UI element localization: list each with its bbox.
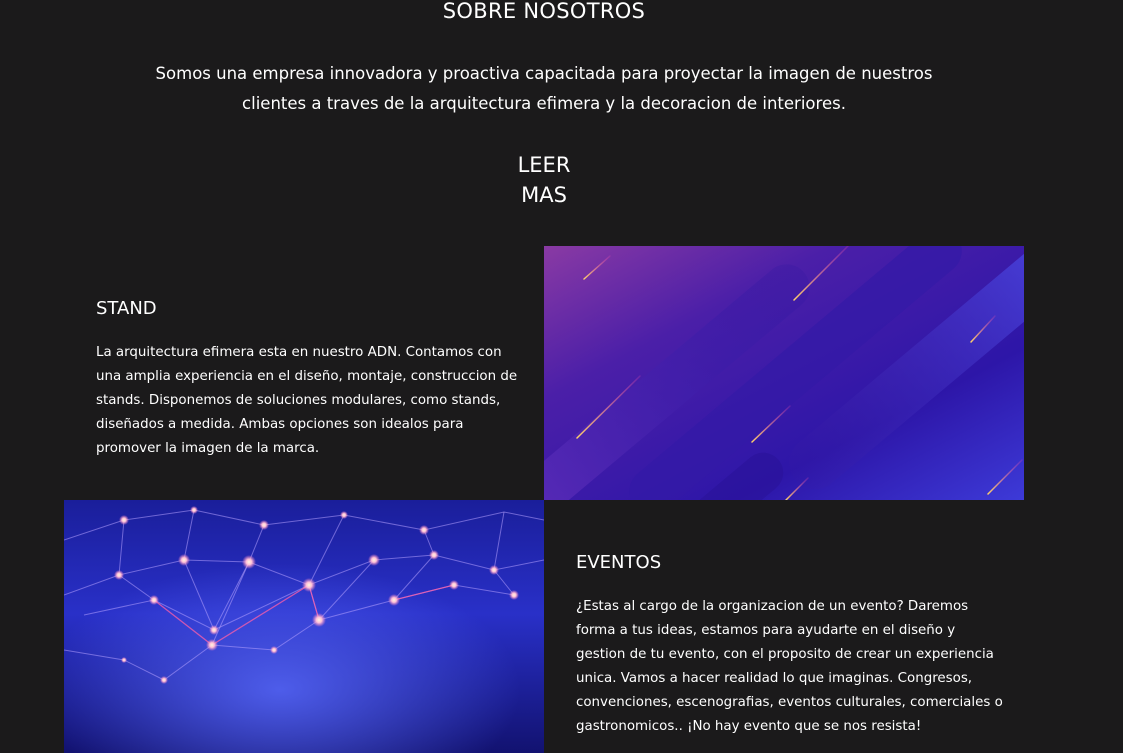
- events-description-line: unica. Vamos a hacer realidad lo que ima…: [576, 671, 973, 686]
- events-image: [64, 500, 544, 753]
- stand-image: [544, 246, 1024, 500]
- stand-description-line: La arquitectura efimera esta en nuestro …: [96, 345, 502, 360]
- events-description-line: gestion de tu evento, con el proposito d…: [576, 647, 994, 662]
- about-description-line: clientes a traves de la arquitectura efi…: [242, 94, 846, 113]
- stand-description-line: una amplia experiencia en el diseño, mon…: [96, 369, 518, 384]
- events-heading: EVENTOS: [576, 552, 662, 573]
- stand-description-line: stands. Disponemos de soluciones modular…: [96, 393, 501, 408]
- about-description: Somos una empresa innovadora y proactiva…: [130, 59, 958, 119]
- events-description-line: forma a tus ideas, estamos para ayudarte…: [576, 623, 956, 638]
- events-description-line: convenciones, escenografias, eventos cul…: [576, 695, 1003, 710]
- events-description: ¿Estas al cargo de la organizacion de un…: [576, 595, 1006, 739]
- read-more-link[interactable]: LEER MAS: [494, 150, 594, 210]
- about-description-line: Somos una empresa innovadora y proactiva…: [155, 64, 933, 83]
- events-description-line: gastronomicos.. ¡No hay evento que se no…: [576, 719, 922, 734]
- stand-description: La arquitectura efimera esta en nuestro …: [96, 341, 526, 461]
- stand-description-line: diseñados a medida. Ambas opciones son i…: [96, 417, 464, 432]
- stand-heading: STAND: [96, 298, 157, 319]
- section-title: SOBRE NOSOTROS: [442, 0, 646, 23]
- events-description-line: ¿Estas al cargo de la organizacion de un…: [576, 599, 969, 614]
- page: SOBRE NOSOTROS Somos una empresa innovad…: [0, 0, 1123, 753]
- stand-description-line: promover la imagen de la marca.: [96, 441, 320, 456]
